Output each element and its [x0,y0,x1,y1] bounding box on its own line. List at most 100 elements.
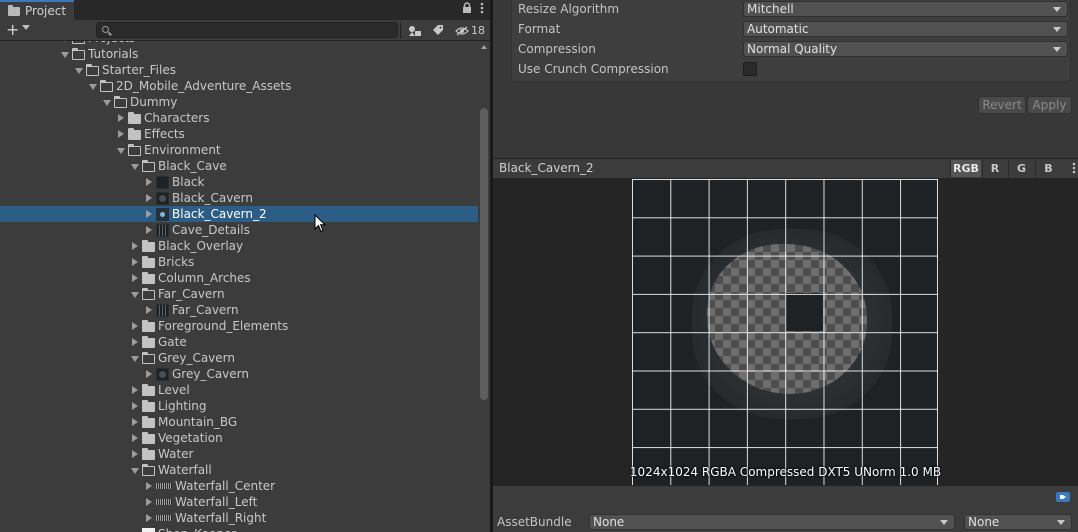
folder-open-icon [127,143,141,156]
compression-dropdown[interactable]: Normal Quality [743,41,1068,57]
texture-preview[interactable]: 1024x1024 RGBA Compressed DXT5 UNorm 1.0… [493,179,1078,485]
expand-arrow-closed-icon[interactable] [128,270,142,286]
tree-folder-row[interactable]: Starter_Files [0,62,478,78]
kebab-icon[interactable] [480,2,484,14]
expand-arrow-open-icon[interactable] [128,158,142,174]
create-button[interactable]: + [6,21,19,39]
expand-arrow-closed-icon[interactable] [128,254,142,270]
channel-b-button[interactable]: B [1035,160,1061,177]
asset-bundle-variant-dropdown[interactable]: None [964,514,1072,530]
expand-arrow-closed-icon[interactable] [142,302,156,318]
tree-folder-row[interactable]: Column_Arches [0,270,478,286]
expand-arrow-open-icon[interactable] [100,94,114,110]
expand-arrow-closed-icon[interactable] [128,382,142,398]
tree-folder-row[interactable]: Gate [0,334,478,350]
resize-algorithm-dropdown[interactable]: Mitchell [743,1,1068,17]
expand-arrow-closed-icon[interactable] [128,318,142,334]
expand-arrow-open-icon[interactable] [72,62,86,78]
tree-item-label: 2D_Mobile_Adventure_Assets [116,79,292,93]
tree-folder-row[interactable]: Characters [0,110,478,126]
lock-icon[interactable] [462,2,472,14]
create-dropdown-icon[interactable] [22,25,30,30]
tree-asset-row[interactable]: Far_Cavern [0,302,478,318]
tree-item-label: Dummy [130,95,178,109]
scroll-up-arrow-icon[interactable] [481,45,487,49]
revert-button[interactable]: Revert [978,96,1026,114]
tree-asset-row[interactable]: Black_Cavern_2 [0,206,478,222]
search-by-type-button[interactable] [404,21,426,40]
expand-arrow-closed-icon[interactable] [142,190,156,206]
expand-arrow-open-icon[interactable] [86,78,100,94]
tree-folder-row[interactable]: Vegetation [0,430,478,446]
channel-rgb-button[interactable]: RGB [950,160,981,177]
type-filter-icon [409,25,421,36]
hidden-packages-toggle[interactable]: 18 [452,21,488,40]
eye-slash-icon [455,26,469,35]
tree-folder-row[interactable]: Grey_Cavern [0,350,478,366]
tree-folder-row[interactable]: Lighting [0,398,478,414]
search-input[interactable] [115,23,395,37]
tree-folder-row[interactable]: Dummy [0,94,478,110]
tree-asset-row[interactable]: Waterfall_Right [0,510,478,526]
expand-arrow-closed-icon[interactable] [142,494,156,510]
tree-folder-row[interactable]: Water [0,446,478,462]
expand-arrow-closed-icon[interactable] [128,446,142,462]
tree-scrollbar[interactable] [478,41,490,532]
search-by-label-button[interactable] [428,21,448,40]
expand-arrow-closed-icon[interactable] [128,398,142,414]
tree-folder-row[interactable]: Far_Cavern [0,286,478,302]
format-dropdown[interactable]: Automatic [743,21,1068,37]
expand-arrow-closed-icon[interactable] [142,366,156,382]
expand-arrow-closed-icon[interactable] [128,238,142,254]
tree-folder-row[interactable]: Mountain_BG [0,414,478,430]
tree-asset-row[interactable]: Waterfall_Left [0,494,478,510]
scrollbar-thumb[interactable] [480,108,488,400]
tree-folder-row[interactable]: Level [0,382,478,398]
tree-folder-row[interactable]: Waterfall [0,462,478,478]
crunch-compression-checkbox[interactable] [743,62,757,76]
tree-folder-row[interactable]: 2D_Mobile_Adventure_Assets [0,78,478,94]
expand-arrow-closed-icon[interactable] [142,478,156,494]
tree-asset-row[interactable]: Grey_Cavern [0,366,478,382]
tree-folder-row[interactable]: Effects [0,126,478,142]
search-field[interactable] [96,22,398,38]
tree-item-label: Tutorials [88,47,139,61]
tab-project-label: Project [25,4,67,18]
folder-open-icon [85,63,99,76]
folder-icon [142,447,155,460]
expand-arrow-open-icon[interactable] [128,350,142,366]
tree-folder-row[interactable]: Black_Overlay [0,238,478,254]
asset-bundle-name-dropdown[interactable]: None [589,514,955,530]
tree-asset-row[interactable]: Cave_Details [0,222,478,238]
expand-arrow-closed-icon[interactable] [114,126,128,142]
tree-folder-row[interactable]: Black_Cave [0,158,478,174]
channel-r-button[interactable]: R [982,160,1007,177]
expand-arrow-open-icon[interactable] [128,462,142,478]
tree-folder-row[interactable]: Tutorials [0,46,478,62]
expand-arrow-closed-icon[interactable] [142,174,156,190]
expand-arrow-open-icon[interactable] [128,286,142,302]
channel-g-button[interactable]: G [1008,160,1034,177]
tree-folder-row[interactable]: Bricks [0,254,478,270]
expand-arrow-closed-icon[interactable] [128,430,142,446]
preview-menu-icon[interactable] [1072,162,1076,174]
expand-arrow-open-icon[interactable] [114,142,128,158]
tree-folder-row[interactable]: Environment [0,142,478,158]
tree-folder-row[interactable]: Foreground_Elements [0,318,478,334]
asset-label-icon[interactable] [1056,492,1070,502]
expand-arrow-closed-icon[interactable] [142,222,156,238]
expand-arrow-open-icon[interactable] [58,46,72,62]
tree-asset-row[interactable]: Black [0,174,478,190]
tree-asset-row[interactable]: Shop_Keeper [0,526,478,532]
expand-arrow-closed-icon[interactable] [128,334,142,350]
folder-icon [128,111,141,124]
tree-asset-row[interactable]: Waterfall_Center [0,478,478,494]
apply-button[interactable]: Apply [1027,96,1072,114]
tree-asset-row[interactable]: Black_Cavern [0,190,478,206]
tree-item-label: Projects [88,41,135,45]
expand-arrow-closed-icon[interactable] [142,206,156,222]
expand-arrow-closed-icon[interactable] [142,510,156,526]
tab-project[interactable]: Project [0,0,74,20]
expand-arrow-closed-icon[interactable] [128,414,142,430]
expand-arrow-closed-icon[interactable] [114,110,128,126]
